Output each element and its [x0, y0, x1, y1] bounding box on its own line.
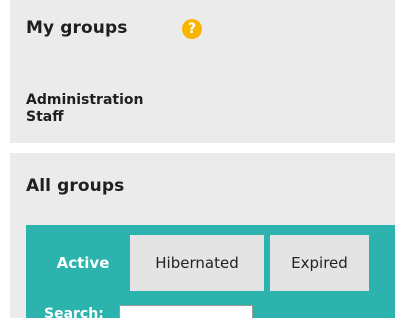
- group-item-administration[interactable]: Administration: [26, 92, 143, 109]
- tab-expired[interactable]: Expired: [270, 235, 369, 291]
- tab-hibernated[interactable]: Hibernated: [130, 235, 264, 291]
- all-groups-title: All groups: [26, 176, 125, 196]
- group-item-staff[interactable]: Staff: [26, 109, 143, 126]
- search-label: Search:: [44, 306, 104, 318]
- my-groups-panel: My groups ? Administration Staff: [10, 0, 395, 143]
- tab-active[interactable]: Active: [42, 235, 124, 291]
- search-input[interactable]: [119, 305, 253, 318]
- all-groups-panel: All groups Active Hibernated Expired Sea…: [10, 153, 395, 318]
- my-groups-list: Administration Staff: [26, 92, 143, 126]
- help-icon[interactable]: ?: [182, 19, 202, 39]
- group-filter-tabs: Active Hibernated Expired Search:: [26, 225, 395, 318]
- my-groups-title: My groups: [26, 18, 128, 38]
